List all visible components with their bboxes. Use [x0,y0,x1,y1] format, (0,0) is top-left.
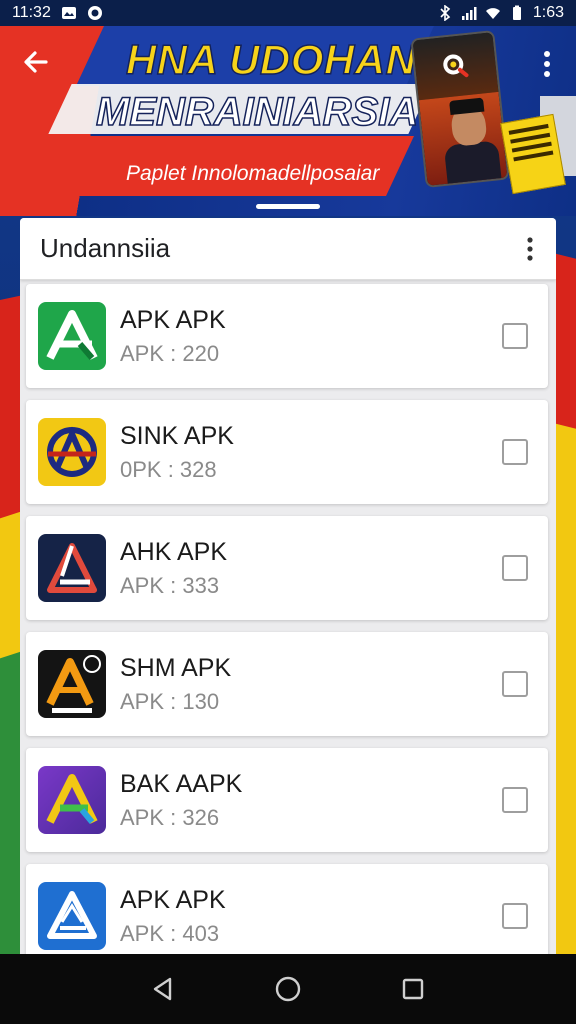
battery-icon [512,5,521,20]
promo-phone-image [410,30,510,188]
app-notification-icon [87,6,102,20]
list-item[interactable]: APK APK APK : 220 [26,284,548,388]
back-icon [153,977,171,1001]
nav-back-button[interactable] [143,969,183,1009]
app-name: SHM APK [120,653,232,682]
green-a-logo-icon [38,302,106,370]
app-subtitle: APK : 333 [120,572,220,598]
app-name: SINK APK [120,421,234,450]
purple-green-a-logo-icon [38,766,106,834]
yellow-compass-logo-icon [38,418,106,486]
status-bar: 11:32 1:63 [0,0,576,26]
search-logo-icon [443,54,469,78]
app-name: APK APK [120,885,226,914]
drag-handle[interactable] [256,204,320,209]
app-list: APK APK APK : 220 SINK APK 0PK : 328 AHK… [20,280,556,954]
app-subtitle: APK : 220 [120,340,220,366]
nav-home-button[interactable] [268,969,308,1009]
sheet-header: Undannsiia [20,218,556,280]
select-checkbox[interactable] [502,671,528,697]
app-subtitle: APK : 130 [120,688,220,714]
more-vert-icon [544,51,550,77]
list-item[interactable]: SINK APK 0PK : 328 [26,400,548,504]
sheet-menu-button[interactable] [518,231,542,267]
app-subtitle: APK : 403 [120,920,220,946]
red-triangle-logo-icon [38,534,106,602]
app-subtitle: APK : 326 [120,804,220,830]
banner-title-line1: HNA UDOHAN [125,35,417,84]
gallery-icon [61,7,76,19]
wifi-icon [485,8,500,19]
select-checkbox[interactable] [502,439,528,465]
select-checkbox[interactable] [502,555,528,581]
list-item[interactable]: AHK APK APK : 333 [26,516,548,620]
app-subtitle: 0PK : 328 [120,456,217,482]
signal-icon [461,7,477,20]
arrow-left-icon [24,51,48,73]
overflow-menu-button[interactable] [532,44,562,84]
list-item[interactable]: BAK AAPK APK : 326 [26,748,548,852]
status-time: 11:32 [12,4,51,21]
recents-icon [403,978,424,1000]
back-button[interactable] [16,42,56,82]
header-banner: HNA UDOHAN MENRAINIARSIA Paplet Innoloma… [0,26,576,216]
banner-subtitle: Paplet Innolomadellposaiar [126,162,380,185]
orange-a-logo-icon [38,650,106,718]
nav-recents-button[interactable] [393,969,433,1009]
sheet-title: Undannsiia [40,233,171,263]
select-checkbox[interactable] [502,323,528,349]
list-item[interactable]: APK APK APK : 403 [26,864,548,954]
banner-title-line2: MENRAINIARSIA [95,89,419,135]
app-name: APK APK [120,305,226,334]
home-icon [275,976,301,1002]
more-vert-icon [527,236,533,261]
select-checkbox[interactable] [502,903,528,929]
list-item[interactable]: SHM APK APK : 130 [26,632,548,736]
blue-triangle-logo-icon [38,882,106,950]
app-list-sheet: Undannsiia APK APK APK : 220 SINK APK 0P… [20,218,556,954]
select-checkbox[interactable] [502,787,528,813]
app-name: AHK APK [120,537,227,566]
bluetooth-icon [440,5,451,21]
status-clock-right: 1:63 [532,4,564,21]
navigation-bar [0,954,576,1024]
app-name: BAK AAPK [120,769,243,798]
